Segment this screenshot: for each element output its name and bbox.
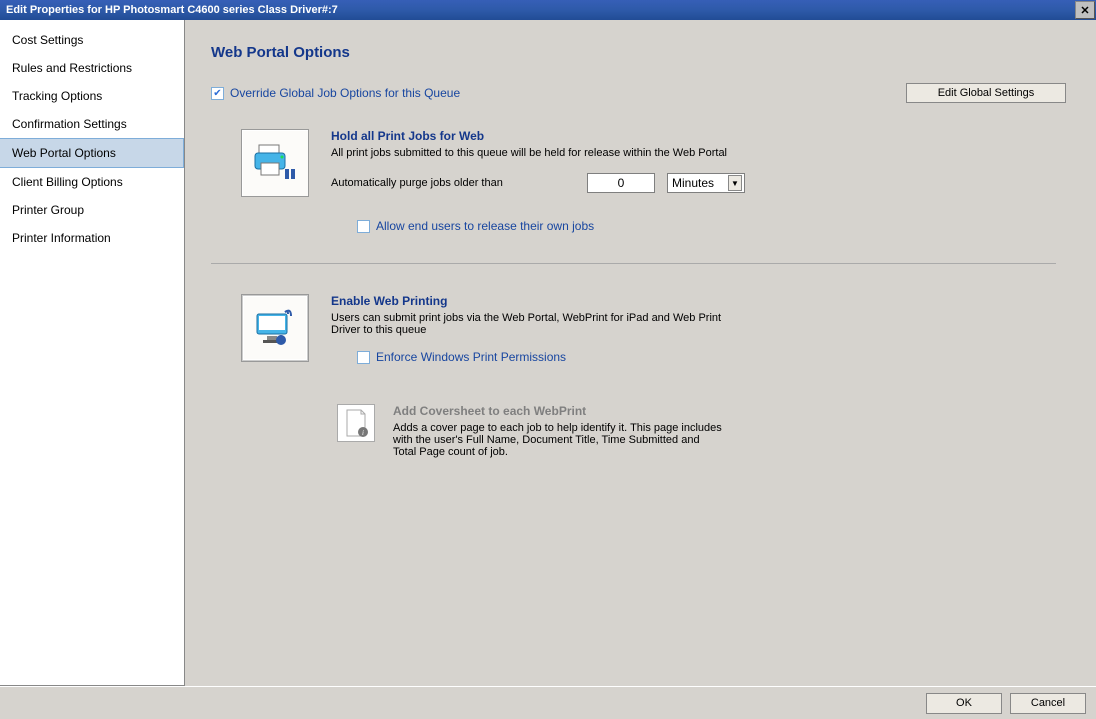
divider — [211, 263, 1056, 264]
web-printing-icon — [241, 294, 309, 362]
enforce-permissions-checkbox[interactable] — [357, 351, 370, 364]
purge-unit-select[interactable]: Minutes ▼ — [667, 173, 745, 193]
allow-release-checkbox[interactable] — [357, 220, 370, 233]
sidebar-item-tracking-options[interactable]: Tracking Options — [0, 82, 184, 110]
sidebar-item-rules-restrictions[interactable]: Rules and Restrictions — [0, 54, 184, 82]
allow-release-option[interactable]: Allow end users to release their own job… — [357, 219, 1066, 233]
ok-button[interactable]: OK — [926, 693, 1002, 714]
sidebar-item-confirmation-settings[interactable]: Confirmation Settings — [0, 110, 184, 138]
override-row: Override Global Job Options for this Que… — [211, 83, 1066, 103]
window: Edit Properties for HP Photosmart C4600 … — [0, 0, 1096, 719]
webprint-desc: Users can submit print jobs via the Web … — [331, 312, 751, 336]
svg-text:i: i — [362, 429, 364, 437]
webprint-section-body: Enable Web Printing Users can submit pri… — [331, 294, 1066, 364]
printer-hold-icon — [241, 129, 309, 197]
title-bar: Edit Properties for HP Photosmart C4600 … — [0, 0, 1096, 20]
cancel-button[interactable]: Cancel — [1010, 693, 1086, 714]
allow-release-label: Allow end users to release their own job… — [376, 219, 594, 233]
purge-label: Automatically purge jobs older than — [331, 177, 575, 189]
close-button[interactable]: ✕ — [1075, 1, 1095, 19]
page-title: Web Portal Options — [211, 44, 1066, 61]
purge-row: Automatically purge jobs older than Minu… — [331, 173, 1066, 193]
footer: OK Cancel — [0, 686, 1096, 719]
sidebar: Cost Settings Rules and Restrictions Tra… — [0, 20, 185, 686]
webprint-title: Enable Web Printing — [331, 294, 1066, 308]
purge-unit-value: Minutes — [672, 176, 714, 190]
window-title: Edit Properties for HP Photosmart C4600 … — [6, 4, 338, 16]
purge-value-input[interactable] — [587, 173, 655, 193]
hold-section-body: Hold all Print Jobs for Web All print jo… — [331, 129, 1066, 233]
chevron-down-icon: ▼ — [728, 175, 742, 191]
section-hold-jobs: Hold all Print Jobs for Web All print jo… — [211, 129, 1066, 233]
coversheet-body: Add Coversheet to each WebPrint Adds a c… — [393, 404, 723, 458]
close-icon: ✕ — [1080, 4, 1089, 17]
sidebar-item-web-portal-options[interactable]: Web Portal Options — [0, 138, 184, 168]
sidebar-item-printer-information[interactable]: Printer Information — [0, 224, 184, 252]
section-web-printing: Enable Web Printing Users can submit pri… — [211, 294, 1066, 364]
override-global-option[interactable]: Override Global Job Options for this Que… — [211, 86, 460, 100]
main-panel: Web Portal Options Override Global Job O… — [185, 20, 1096, 686]
hold-desc: All print jobs submitted to this queue w… — [331, 147, 751, 159]
hold-title: Hold all Print Jobs for Web — [331, 129, 1066, 143]
coversheet-icon: i — [337, 404, 375, 442]
coversheet-title: Add Coversheet to each WebPrint — [393, 404, 723, 418]
override-label: Override Global Job Options for this Que… — [230, 86, 460, 100]
enforce-permissions-option[interactable]: Enforce Windows Print Permissions — [357, 350, 1066, 364]
sidebar-item-cost-settings[interactable]: Cost Settings — [0, 26, 184, 54]
body: Cost Settings Rules and Restrictions Tra… — [0, 20, 1096, 686]
coversheet-desc: Adds a cover page to each job to help id… — [393, 422, 723, 458]
edit-global-settings-button[interactable]: Edit Global Settings — [906, 83, 1066, 103]
enforce-permissions-label: Enforce Windows Print Permissions — [376, 350, 566, 364]
sidebar-item-client-billing-options[interactable]: Client Billing Options — [0, 168, 184, 196]
sidebar-item-printer-group[interactable]: Printer Group — [0, 196, 184, 224]
section-coversheet: i Add Coversheet to each WebPrint Adds a… — [211, 404, 1066, 458]
override-checkbox[interactable] — [211, 87, 224, 100]
